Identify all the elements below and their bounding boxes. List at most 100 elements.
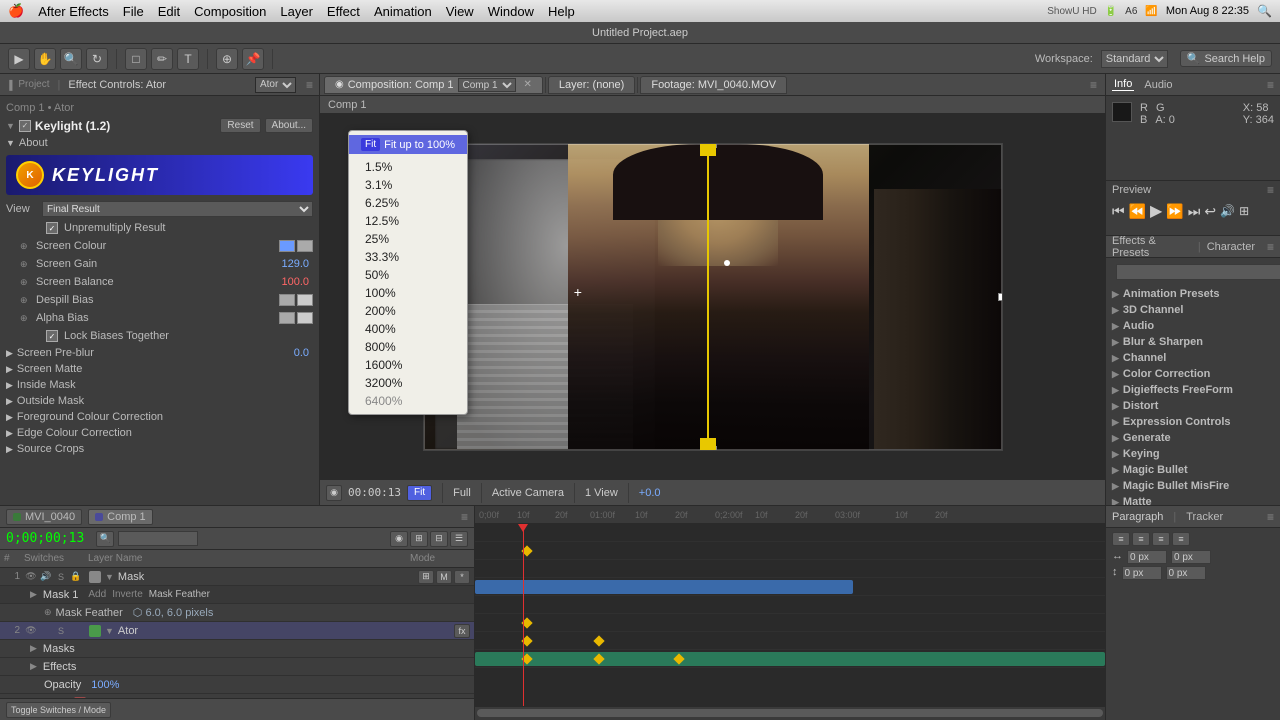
step-fwd-btn[interactable]: ⏩: [1166, 203, 1183, 220]
handle-right-center[interactable]: [998, 293, 1003, 301]
tool-select[interactable]: ▶: [8, 48, 30, 70]
paragraph-tab[interactable]: Paragraph: [1112, 511, 1163, 523]
zoom-1600[interactable]: 1600%: [349, 356, 467, 374]
audio-tab[interactable]: Audio: [1142, 79, 1174, 91]
play-btn[interactable]: ▶: [1150, 201, 1162, 221]
viewer-reset-btn[interactable]: ◉: [326, 485, 342, 501]
category-digieffects[interactable]: ▶ Digieffects FreeForm: [1106, 382, 1280, 398]
category-keying[interactable]: ▶ Keying: [1106, 446, 1280, 462]
tool-zoom[interactable]: 🔍: [60, 48, 82, 70]
search-icon[interactable]: 🔍: [1257, 4, 1272, 18]
effects-expand[interactable]: ▶: [30, 661, 37, 672]
zoom-12.5[interactable]: 12.5%: [349, 212, 467, 230]
menu-edit[interactable]: Edit: [158, 4, 180, 19]
effects-search-input[interactable]: [1116, 264, 1280, 280]
preview-menu-icon[interactable]: ≡: [1267, 183, 1274, 197]
about-button[interactable]: About...: [265, 118, 313, 133]
tab-footage[interactable]: Footage: MVI_0040.MOV: [640, 76, 787, 94]
view-select[interactable]: Final Result: [42, 201, 313, 217]
divider-top-handle[interactable]: [700, 143, 716, 156]
layer-2-lock[interactable]: [69, 624, 83, 638]
opacity-value[interactable]: 100%: [91, 679, 119, 691]
ram-preview-btn[interactable]: ⊞: [1239, 204, 1249, 218]
category-expression[interactable]: ▶ Expression Controls: [1106, 414, 1280, 430]
menu-file[interactable]: File: [123, 4, 144, 19]
mask1-invert[interactable]: Inverte: [112, 589, 143, 600]
zoom-200[interactable]: 200%: [349, 302, 467, 320]
align-center-btn[interactable]: ≡: [1132, 532, 1150, 546]
tool-rect-mask[interactable]: □: [125, 48, 147, 70]
despill-swatch-2[interactable]: [297, 294, 313, 306]
menu-layer[interactable]: Layer: [280, 4, 313, 19]
para-menu-icon[interactable]: ≡: [1267, 510, 1274, 524]
align-left-btn[interactable]: ≡: [1112, 532, 1130, 546]
character-tab[interactable]: Character: [1207, 241, 1255, 253]
footage-tab[interactable]: MVI_0040: [6, 509, 82, 525]
category-distort[interactable]: ▶ Distort: [1106, 398, 1280, 414]
screen-colour-swatch-1[interactable]: [279, 240, 295, 252]
layer-1-adjustment[interactable]: *: [454, 570, 470, 584]
tab-layer[interactable]: Layer: (none): [548, 76, 635, 94]
screen-balance-value[interactable]: 100.0: [281, 276, 309, 288]
layer-1-lock[interactable]: 🔒: [69, 570, 83, 584]
audio-btn[interactable]: 🔊: [1220, 204, 1235, 218]
unpremultiply-checkbox[interactable]: ✓: [46, 222, 58, 234]
panel-menu-icon[interactable]: ≡: [306, 78, 313, 92]
zoom-100[interactable]: 100%: [349, 284, 467, 302]
category-channel[interactable]: ▶ Channel: [1106, 350, 1280, 366]
category-blur[interactable]: ▶ Blur & Sharpen: [1106, 334, 1280, 350]
tl-search-icon[interactable]: 🔍: [96, 531, 114, 547]
tl-switches-btn[interactable]: Toggle Switches / Mode: [6, 702, 111, 718]
zoom-800[interactable]: 800%: [349, 338, 467, 356]
layer-row-1[interactable]: 1 👁 🔊 S 🔒 ▼ Mask ⊞ M *: [0, 568, 474, 586]
keyframe-4[interactable]: [593, 635, 604, 646]
category-color-correction[interactable]: ▶ Color Correction: [1106, 366, 1280, 382]
zoom-6.25[interactable]: 6.25%: [349, 194, 467, 212]
tl-btn-2[interactable]: ⊞: [410, 531, 428, 547]
skip-start-btn[interactable]: ⏮: [1112, 203, 1125, 220]
menu-help[interactable]: Help: [548, 4, 575, 19]
info-tab[interactable]: Info: [1112, 78, 1134, 91]
category-animation[interactable]: ▶ Animation Presets: [1106, 286, 1280, 302]
menu-composition[interactable]: Composition: [194, 4, 266, 19]
effects-menu-icon[interactable]: ≡: [1267, 240, 1274, 254]
sublayer-mask1[interactable]: ▶ Mask 1 Add Inverte Mask Feather: [0, 586, 474, 604]
tool-anchor[interactable]: ⊕: [216, 48, 238, 70]
about-section[interactable]: ▼ About: [0, 135, 319, 151]
search-help[interactable]: 🔍 Search Help: [1180, 50, 1272, 67]
effect-checkbox[interactable]: ✓: [19, 120, 31, 132]
justify-btn[interactable]: ≡: [1172, 532, 1190, 546]
tool-pen[interactable]: ✏: [151, 48, 173, 70]
alpha-swatch-1[interactable]: [279, 312, 295, 324]
zoom-dropdown[interactable]: Fit Fit up to 100% 1.5% 3.1% 6.25% 12.5%…: [348, 130, 468, 415]
screen-gain-value[interactable]: 129.0: [281, 258, 309, 270]
zoom-button[interactable]: Fit: [407, 485, 432, 501]
apple-menu[interactable]: 🍎: [8, 3, 24, 19]
tab-close-icon[interactable]: ✕: [524, 79, 532, 90]
mask1-expand[interactable]: ▶: [30, 589, 37, 600]
skip-end-btn[interactable]: ⏭: [1188, 203, 1201, 220]
layer-1-transform[interactable]: ⊞: [418, 570, 434, 584]
feather-value[interactable]: ⬡ 6.0, 6.0 pixels: [133, 606, 214, 619]
align-right-btn[interactable]: ≡: [1152, 532, 1170, 546]
viewer-menu-icon[interactable]: ≡: [1086, 78, 1101, 92]
loop-btn[interactable]: ↩: [1204, 203, 1216, 220]
tracker-tab[interactable]: Tracker: [1186, 511, 1223, 523]
comp-select[interactable]: Comp 1: [458, 78, 516, 92]
menu-view[interactable]: View: [446, 4, 474, 19]
layer-1-audio[interactable]: 🔊: [39, 570, 53, 584]
preblur-value[interactable]: 0.0: [294, 347, 309, 359]
tl-menu-icon[interactable]: ≡: [461, 510, 468, 524]
zoom-3.1[interactable]: 3.1%: [349, 176, 467, 194]
layer-1-video[interactable]: 👁: [24, 570, 38, 584]
layer-1-solo[interactable]: S: [54, 570, 68, 584]
padding-top-input[interactable]: [1122, 566, 1162, 580]
zoom-25[interactable]: 25%: [349, 230, 467, 248]
category-magic-bullet[interactable]: ▶ Magic Bullet: [1106, 462, 1280, 478]
zoom-3200[interactable]: 3200%: [349, 374, 467, 392]
tl-btn-1[interactable]: ◉: [390, 531, 408, 547]
scrollbar-thumb[interactable]: [477, 709, 1103, 717]
reset-button[interactable]: Reset: [220, 118, 260, 133]
effect-target-select[interactable]: Ator: [255, 77, 296, 93]
category-matte[interactable]: ▶ Matte: [1106, 494, 1280, 505]
